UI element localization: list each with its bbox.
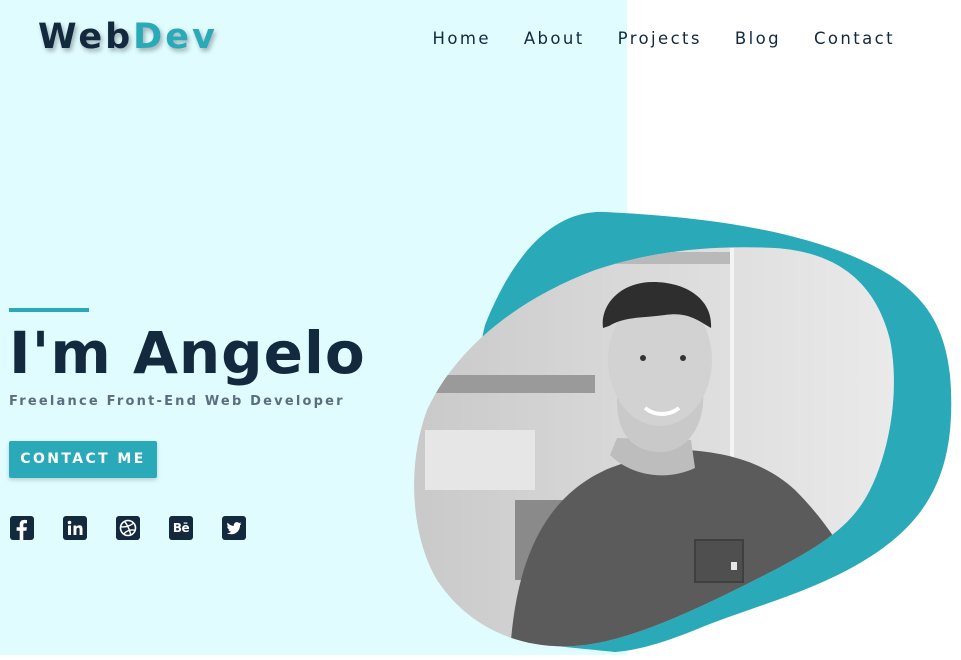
nav-contact[interactable]: Contact [814, 27, 895, 51]
logo-text-dev: Dev [133, 17, 218, 57]
contact-me-button[interactable]: CONTACT ME [9, 441, 157, 478]
behance-icon-text: Bē [172, 521, 190, 535]
behance-icon[interactable]: Bē [169, 516, 193, 540]
portrait-photo [395, 200, 961, 660]
site-logo[interactable]: WebDev [38, 14, 218, 60]
nav-about[interactable]: About [524, 27, 585, 51]
twitter-icon[interactable] [222, 516, 246, 540]
nav-home[interactable]: Home [433, 27, 491, 51]
linkedin-icon[interactable] [63, 516, 87, 540]
nav-projects[interactable]: Projects [618, 27, 702, 51]
hero-subtitle: Freelance Front-End Web Developer [9, 394, 345, 409]
hero-title: I'm Angelo [9, 319, 366, 387]
logo-text-web: Web [38, 17, 134, 57]
nav-blog[interactable]: Blog [735, 27, 781, 51]
facebook-icon[interactable] [10, 516, 34, 540]
dribbble-icon[interactable] [116, 516, 140, 540]
title-accent-line [9, 308, 89, 312]
main-nav: Home About Projects Blog Contact [433, 27, 895, 51]
social-links: Bē [10, 516, 246, 540]
